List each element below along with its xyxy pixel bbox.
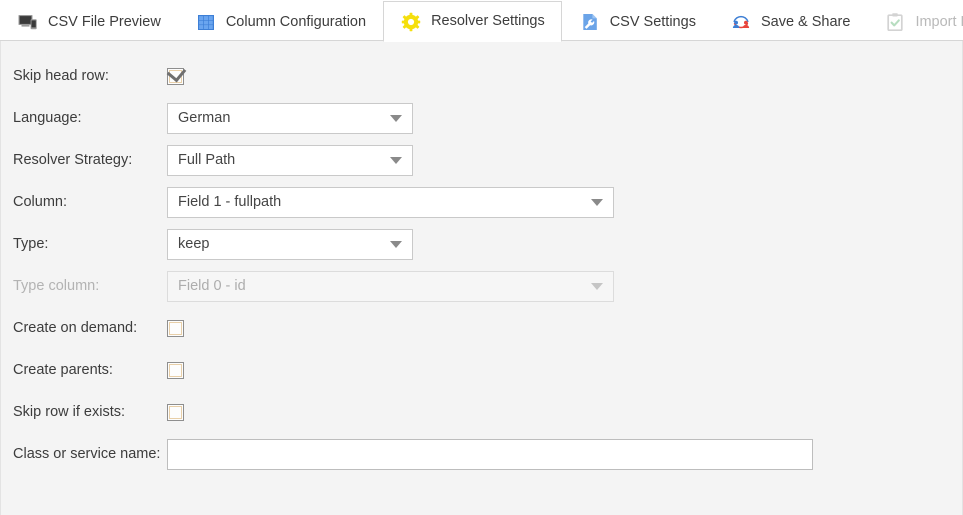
wrench-icon <box>579 11 601 33</box>
row-language: Language: German <box>1 97 962 139</box>
tab-label: CSV Settings <box>609 13 696 30</box>
tab-save-and-share[interactable]: Save & Share <box>713 2 867 41</box>
create-on-demand-checkbox[interactable] <box>167 319 184 337</box>
class-or-service-name-input[interactable] <box>167 438 813 470</box>
resolver-strategy-select[interactable]: Full Path <box>167 144 413 176</box>
tab-label: Import Report <box>915 13 963 30</box>
class-or-service-name-label: Class or service name: <box>13 445 161 462</box>
chevron-down-icon <box>390 241 402 248</box>
skip-row-if-exists-label: Skip row if exists: <box>13 403 125 420</box>
language-select[interactable]: German <box>167 102 413 134</box>
row-skip-row-if-exists: Skip row if exists: <box>1 391 962 433</box>
resolver-settings-form: Skip head row: Language: German Resolver… <box>1 41 962 475</box>
tab-label: CSV File Preview <box>48 13 161 30</box>
row-resolver-strategy: Resolver Strategy: Full Path <box>1 139 962 181</box>
tab-import-report[interactable]: Import Report <box>867 2 963 41</box>
row-type-column: Type column: Field 0 - id <box>1 265 962 307</box>
skip-head-row-label: Skip head row: <box>13 67 109 84</box>
row-create-parents: Create parents: <box>1 349 962 391</box>
grid-icon <box>195 11 217 33</box>
tab-label: Save & Share <box>760 13 851 30</box>
row-create-on-demand: Create on demand: <box>1 307 962 349</box>
tab-csv-settings[interactable]: CSV Settings <box>562 2 713 41</box>
monitor-icon <box>17 11 39 33</box>
resolver-settings-panel: Skip head row: Language: German Resolver… <box>0 41 963 515</box>
chevron-down-icon <box>591 283 603 290</box>
column-value: Field 1 - fullpath <box>178 194 282 210</box>
type-value: keep <box>178 236 210 252</box>
resolver-strategy-value: Full Path <box>178 152 236 168</box>
create-on-demand-label: Create on demand: <box>13 319 138 336</box>
share-icon <box>730 11 752 33</box>
skip-row-if-exists-checkbox[interactable] <box>167 403 184 421</box>
gear-icon <box>400 11 422 33</box>
type-column-select[interactable]: Field 0 - id <box>167 270 614 302</box>
create-parents-checkbox[interactable] <box>167 361 184 379</box>
type-column-value: Field 0 - id <box>178 278 246 294</box>
resolver-strategy-label: Resolver Strategy: <box>13 151 133 168</box>
resolver-settings-window: CSV File Preview Column Configuration Re… <box>0 0 963 515</box>
row-column: Column: Field 1 - fullpath <box>1 181 962 223</box>
type-select[interactable]: keep <box>167 228 413 260</box>
language-label: Language: <box>13 109 82 126</box>
type-column-label: Type column: <box>13 277 100 294</box>
tab-label: Column Configuration <box>225 13 367 30</box>
row-class-or-service-name: Class or service name: <box>1 433 962 475</box>
chevron-down-icon <box>390 115 402 122</box>
language-value: German <box>178 110 231 126</box>
type-label: Type: <box>13 235 49 252</box>
tab-resolver-settings[interactable]: Resolver Settings <box>383 1 562 42</box>
chevron-down-icon <box>390 157 402 164</box>
clipboard-check-icon <box>884 11 906 33</box>
tab-bar: CSV File Preview Column Configuration Re… <box>0 0 963 42</box>
chevron-down-icon <box>591 199 603 206</box>
row-type: Type: keep <box>1 223 962 265</box>
create-parents-label: Create parents: <box>13 361 113 378</box>
tab-label: Resolver Settings <box>431 13 545 30</box>
skip-head-row-checkbox[interactable] <box>167 67 184 85</box>
column-label: Column: <box>13 193 67 210</box>
tab-column-configuration[interactable]: Column Configuration <box>178 2 383 41</box>
tab-csv-file-preview[interactable]: CSV File Preview <box>0 2 178 41</box>
row-skip-head-row: Skip head row: <box>1 55 962 97</box>
column-select[interactable]: Field 1 - fullpath <box>167 186 614 218</box>
